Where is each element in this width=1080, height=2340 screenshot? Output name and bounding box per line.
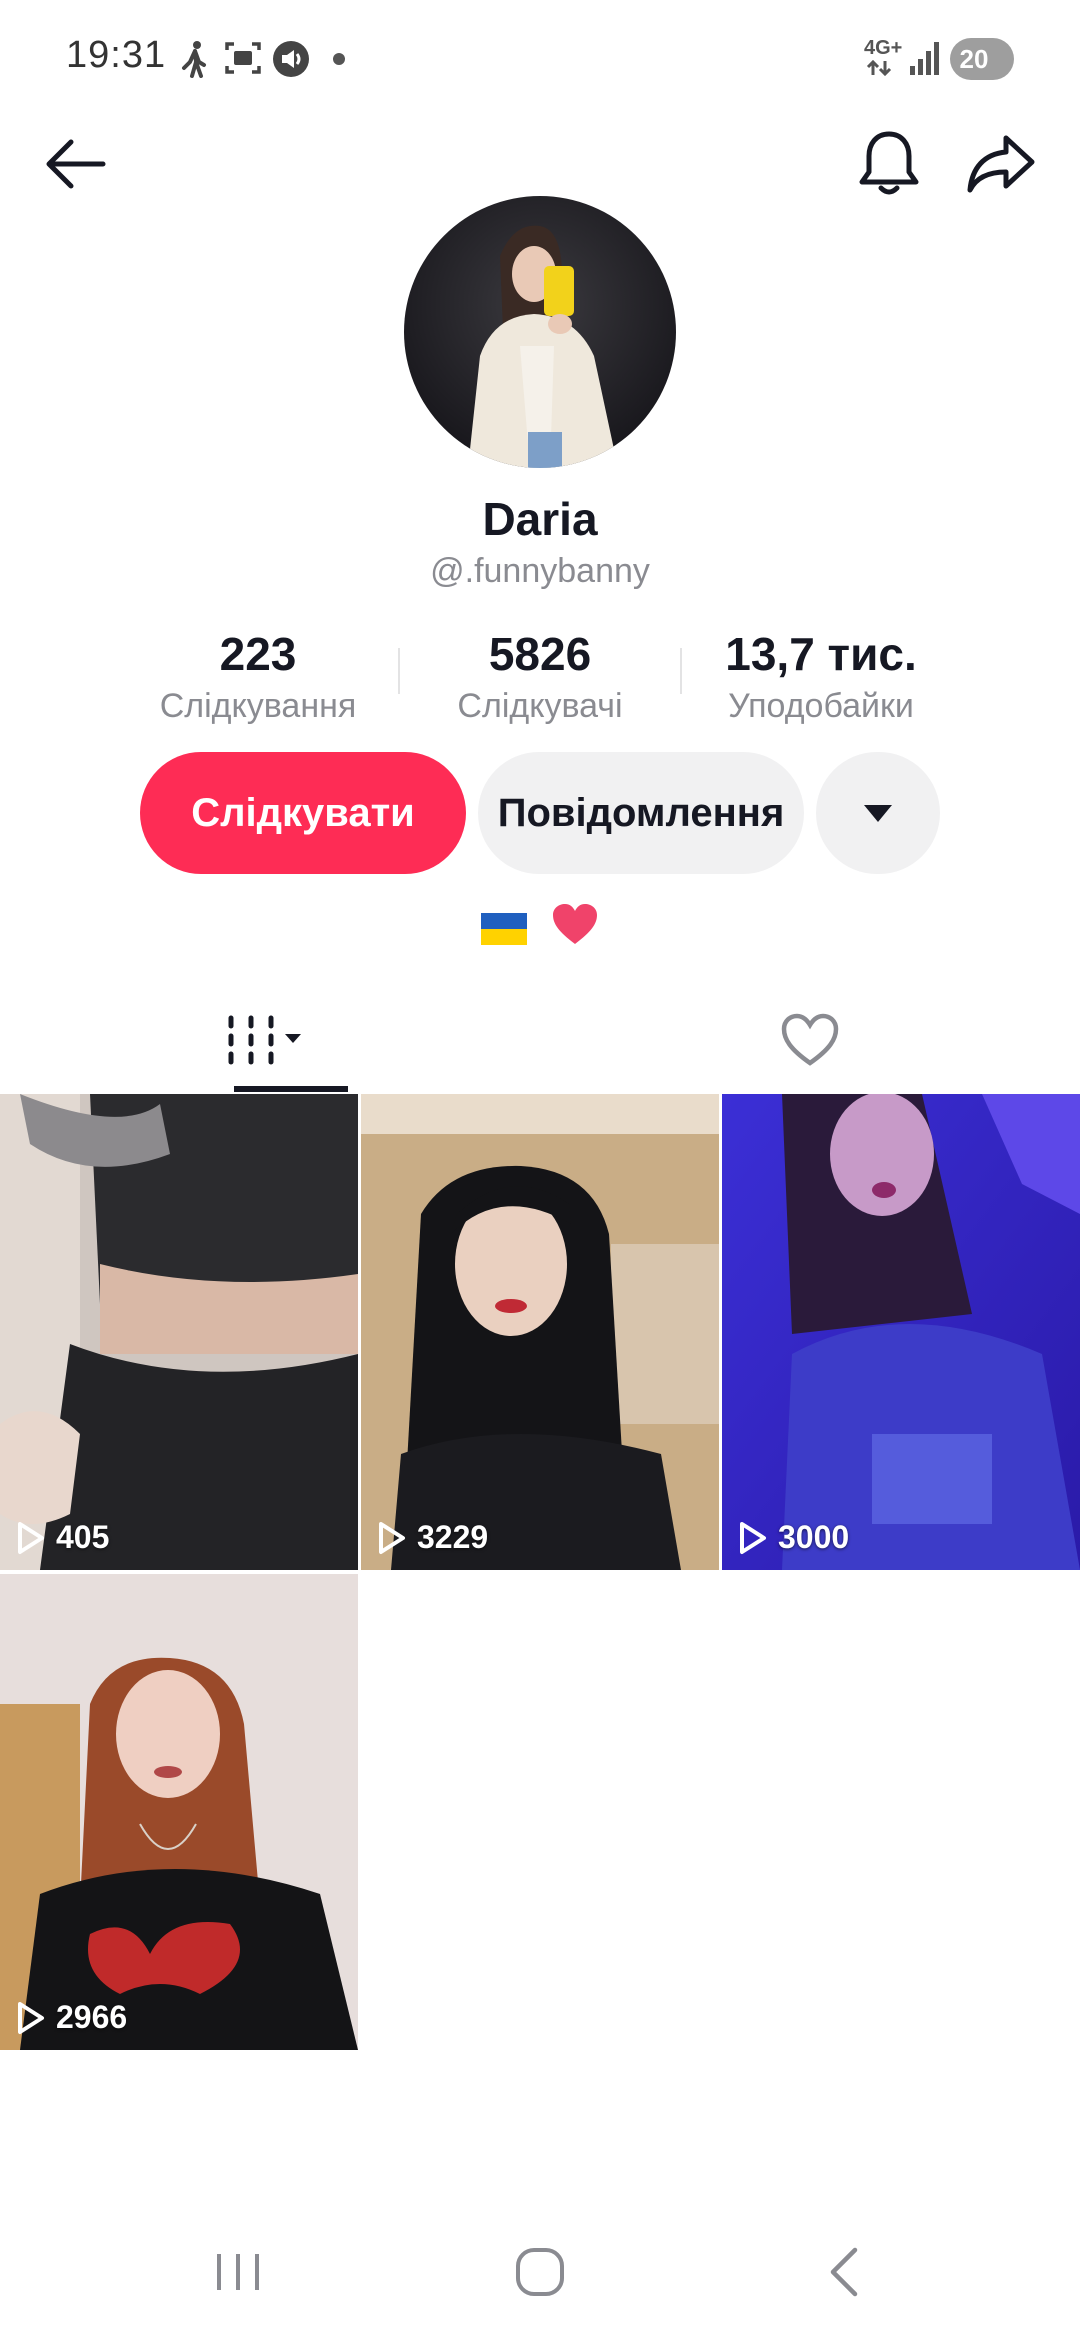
data-arrows-icon [866, 59, 892, 81]
stat-followers[interactable]: 5826 Слідкувачі [432, 626, 648, 730]
video-thumbnail-image [361, 1094, 719, 1570]
play-outline-icon [379, 1521, 405, 1554]
follow-button[interactable]: Слідкувати [140, 752, 466, 874]
video-thumbnail-image [0, 1574, 358, 2050]
home-button[interactable] [480, 2232, 600, 2312]
video-thumbnail[interactable]: 3000 [722, 1094, 1080, 1570]
following-label: Слідкування [159, 687, 357, 725]
arrow-left-icon [46, 139, 106, 189]
video-thumbnail-image [0, 1094, 358, 1570]
network-type: 4G+ [864, 37, 903, 59]
grid-videos-icon [228, 1015, 301, 1065]
tab-liked[interactable] [540, 990, 1080, 1090]
video-thumbnail[interactable]: 3229 [361, 1094, 719, 1570]
signal-icon [908, 40, 942, 81]
view-count-value: 405 [56, 1519, 110, 1555]
followers-count: 5826 [488, 628, 592, 680]
system-back-button[interactable] [784, 2232, 904, 2312]
view-count: 3000 [738, 1519, 849, 1556]
tab-videos[interactable] [0, 990, 540, 1090]
play-outline-icon [18, 1521, 44, 1554]
avatar[interactable] [404, 196, 676, 468]
walk-icon [180, 40, 210, 83]
screenshot-icon [224, 40, 262, 81]
video-thumbnail-image [722, 1094, 1080, 1570]
profile-actions: Слідкувати Повідомлення [0, 752, 1080, 876]
profile-screen: 19:31 4G+ 20 Daria @.funnybanny 223 Слід… [0, 0, 1080, 2340]
battery-indicator: 20 [950, 38, 1014, 80]
view-count: 405 [16, 1519, 109, 1556]
recents-icon [217, 2254, 259, 2290]
stat-divider [398, 648, 400, 694]
ukraine-flag-icon [481, 913, 528, 945]
battery-level: 20 [959, 44, 989, 74]
notifications-button[interactable] [846, 120, 932, 206]
profile-tabs [0, 990, 1080, 1094]
status-bar: 19:31 4G+ 20 [0, 0, 1080, 110]
bell-icon [859, 131, 919, 195]
view-count-value: 3000 [778, 1519, 850, 1555]
stat-divider [680, 648, 682, 694]
view-count-value: 2966 [56, 1999, 128, 2035]
video-thumbnail[interactable]: 405 [0, 1094, 358, 1570]
display-name: Daria [482, 493, 598, 545]
play-outline-icon [740, 1521, 766, 1554]
video-thumbnail[interactable]: 2966 [0, 1574, 358, 2050]
avatar-photo [404, 196, 676, 468]
active-tab-indicator [234, 1086, 348, 1092]
back-chevron-icon [830, 2247, 858, 2297]
caret-down-icon [864, 805, 892, 822]
status-time: 19:31 [66, 34, 167, 76]
system-nav-bar [0, 2212, 1080, 2340]
following-count: 223 [219, 628, 297, 680]
stat-likes[interactable]: 13,7 тис. Уподобайки [706, 626, 936, 730]
media-output-icon [272, 40, 310, 83]
followers-label: Слідкувачі [457, 687, 623, 725]
home-icon [516, 2248, 564, 2296]
message-button[interactable]: Повідомлення [478, 752, 804, 874]
back-button[interactable] [30, 124, 120, 204]
bio [0, 902, 1080, 956]
view-count: 2966 [16, 1999, 127, 2036]
red-heart-icon [551, 902, 599, 956]
view-count: 3229 [377, 1519, 488, 1556]
share-arrow-icon [967, 135, 1035, 193]
likes-label: Уподобайки [728, 687, 914, 725]
recents-button[interactable] [178, 2232, 298, 2312]
username: @.funnybanny [430, 552, 650, 590]
profile-stats: 223 Слідкування 5826 Слідкувачі 13,7 тис… [0, 626, 1080, 736]
share-button[interactable] [956, 120, 1046, 206]
dot-icon [332, 52, 346, 71]
view-count-value: 3229 [417, 1519, 489, 1555]
stat-following[interactable]: 223 Слідкування [140, 626, 376, 730]
likes-count: 13,7 тис. [725, 628, 917, 680]
more-options-button[interactable] [816, 752, 940, 874]
heart-outline-icon [781, 1013, 839, 1066]
play-outline-icon [18, 2001, 44, 2034]
